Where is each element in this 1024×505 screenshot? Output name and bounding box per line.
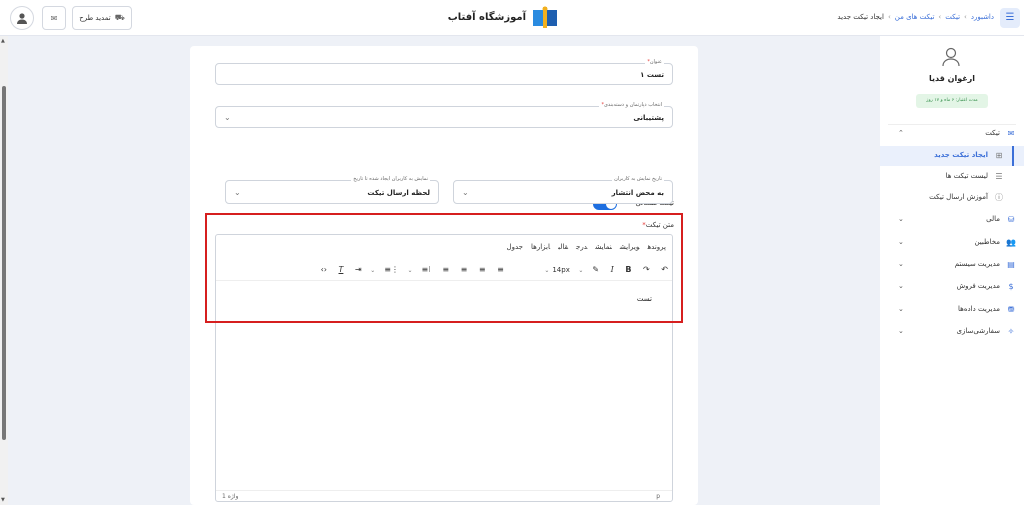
menu-icon[interactable]: ☰ (1000, 8, 1020, 28)
credit-badge: مدت اعتبار: ۶ ماه و ۱۷ روز (916, 94, 988, 108)
chevron-left-icon: › (964, 13, 967, 21)
editor-statusbar: 1 واژه p (216, 490, 672, 501)
sidebar-item-label: آموزش ارسال تیکت (929, 193, 988, 201)
department-label: انتخاب دپارتمان و دسته‌بندی (603, 102, 662, 108)
user-name: ارغوان قدیا (928, 74, 976, 83)
sidebar-item-label: تیکت (985, 129, 1000, 137)
show-date-select[interactable]: تاریخ نمایش به کاربران به محض انتشار ⌄ (453, 176, 673, 204)
chevron-down-icon: ⌄ (898, 215, 904, 223)
sidebar-item-label: مخاطبین (974, 238, 1000, 246)
scroll-up-icon[interactable]: ▲ (1, 38, 5, 44)
sidebar-item-label: سفارشی‌سازی (956, 327, 1000, 335)
sidebar-item-finance[interactable]: ⛁ مالی ⌄ (880, 210, 1024, 230)
chevron-down-icon: ⌄ (898, 238, 904, 246)
show-until-value: لحظه ارسال تیکت (367, 189, 430, 197)
sidebar-item-customization[interactable]: ✧ سفارشی‌سازی ⌄ (880, 322, 1024, 342)
department-value: پشتیبانی (633, 114, 664, 122)
chevron-down-icon: ⌄ (898, 260, 904, 268)
breadcrumb-current: ایجاد تیکت جدید (837, 13, 884, 21)
top-bar: ☰ داشبورد›تیکت›تیکت های من›ایجاد تیکت جد… (0, 0, 1024, 36)
mail-icon: ✉ (50, 13, 58, 23)
sidebar-item-contacts[interactable]: 👥 مخاطبین ⌄ (880, 233, 1024, 253)
mail-button[interactable]: ✉ (42, 6, 66, 30)
title-field[interactable]: عنوان* تست ۱ (215, 59, 673, 85)
show-date-value: به محض انتشار (611, 189, 664, 197)
breadcrumb-ticket[interactable]: تیکت (945, 13, 960, 21)
sidebar-item-label: لیست تیکت ها (945, 172, 988, 180)
coins-icon: ⛁ (1007, 215, 1015, 224)
list-icon: ☰ (995, 172, 1003, 181)
scroll-down-icon[interactable]: ▼ (1, 497, 5, 503)
scroll-thumb[interactable] (2, 86, 6, 440)
highlight-box (205, 213, 683, 323)
user-profile-icon (942, 47, 960, 67)
users-icon: 👥 (1006, 238, 1016, 247)
brand[interactable]: آموزشگاه آفتاب (448, 6, 562, 30)
sidebar-item-system[interactable]: ▤ مدیریت سیستم ⌄ (880, 255, 1024, 275)
sidebar-item-ticket[interactable]: ✉ تیکت ⌃ (880, 124, 1024, 144)
user-avatar[interactable] (10, 6, 34, 30)
show-until-select[interactable]: نمایش به کاربران ایجاد شده تا تاریخ لحظه… (225, 176, 439, 204)
chevron-up-icon: ⌃ (898, 129, 904, 137)
word-count: 1 واژه (222, 493, 239, 500)
wand-icon: ✧ (1007, 327, 1015, 336)
sidebar-item-ticket-guide[interactable]: ⓘ آموزش ارسال تیکت (880, 188, 1024, 208)
sidebar-item-sales[interactable]: $ مدیریت فروش ⌄ (880, 277, 1024, 297)
user-icon (17, 13, 27, 24)
server-icon: ▤ (1007, 260, 1015, 269)
breadcrumb-my-tickets[interactable]: تیکت های من (895, 13, 935, 21)
chevron-down-icon: ⌄ (462, 188, 469, 197)
breadcrumb-dashboard[interactable]: داشبورد (971, 13, 994, 21)
sidebar-item-ticket-list[interactable]: ☰ لیست تیکت ها (880, 167, 1024, 187)
book-logo-icon (533, 6, 557, 28)
renew-plan-button[interactable]: تمدید طرح ⛟ (72, 6, 132, 30)
sidebar-item-label: مدیریت فروش (956, 282, 1000, 290)
chevron-left-icon: › (887, 13, 891, 21)
renew-label: تمدید طرح (79, 14, 111, 22)
department-select[interactable]: انتخاب دپارتمان و دسته‌بندی* پشتیبانی ⌄ (215, 102, 673, 128)
info-icon: ⓘ (995, 193, 1003, 202)
chevron-down-icon: ⌄ (898, 282, 904, 290)
element-path: p (656, 493, 660, 500)
show-date-label: تاریخ نمایش به کاربران (612, 176, 664, 182)
title-input[interactable]: تست ۱ (640, 71, 664, 79)
sidebar-item-new-ticket[interactable]: ⊞ ایجاد تیکت جدید (880, 146, 1024, 166)
scrollbar[interactable]: ▲ ▼ (0, 36, 8, 505)
database-icon: ⛃ (1007, 305, 1015, 314)
sidebar-item-label: مالی (986, 215, 1000, 223)
chevron-down-icon: ⌄ (898, 327, 904, 335)
sidebar-item-label: مدیریت سیستم (954, 260, 1000, 268)
brand-name: آموزشگاه آفتاب (447, 12, 526, 23)
plus-square-icon: ⊞ (995, 151, 1003, 160)
breadcrumb: داشبورد›تیکت›تیکت های من›ایجاد تیکت جدید (837, 13, 994, 21)
sidebar-item-label: ایجاد تیکت جدید (934, 151, 988, 159)
sidebar-item-data[interactable]: ⛃ مدیریت داده‌ها ⌄ (880, 300, 1024, 320)
chevron-down-icon: ⌄ (224, 113, 231, 122)
truck-icon: ⛟ (114, 13, 125, 22)
chevron-down-icon: ⌄ (234, 188, 241, 197)
chevron-down-icon: ⌄ (898, 305, 904, 313)
sidebar-item-label: مدیریت داده‌ها (958, 305, 1000, 313)
dollar-icon: $ (1008, 282, 1014, 291)
show-until-label: نمایش به کاربران ایجاد شده تا تاریخ (351, 176, 430, 182)
chevron-left-icon: › (938, 13, 942, 21)
mail-icon: ✉ (1007, 129, 1015, 138)
title-label: عنوان (649, 59, 662, 65)
sidebar: ارغوان قدیا مدت اعتبار: ۶ ماه و ۱۷ روز ✉… (880, 36, 1024, 505)
